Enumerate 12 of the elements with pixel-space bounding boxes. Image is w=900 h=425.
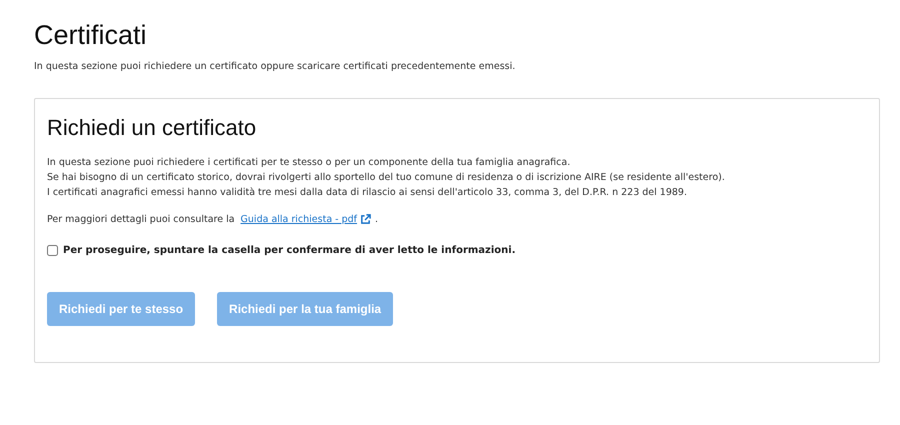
confirm-checkbox[interactable] (47, 245, 58, 256)
period-text: . (375, 214, 378, 225)
info-text: I certificati anagrafici emessi hanno validità tre mesi dalla data di rilascio ai sensi dell'articolo 33, comma 3, del D.P.R. n 223 del 1989. (47, 187, 688, 198)
info-text: In questa sezione puoi richiedere i certificati per te stesso o per un componente della tua famiglia anagrafica. (47, 157, 572, 168)
page-title: Certificati (34, 20, 148, 51)
external-link-icon[interactable] (360, 214, 372, 225)
guide-link[interactable]: Guida alla richiesta - pdf (240, 214, 358, 225)
info-text: Se hai bisogno di un certificato storico, dovrai rivolgerti allo sportello del tuo comune di residenza o di iscrizione AIRE (se residente all'estero). (47, 172, 726, 183)
confirm-label: Per proseguire, spuntare la casella per confermare di aver letto le informazioni. (63, 245, 516, 256)
card-title: Richiedi un certificato (47, 115, 258, 141)
intro-text: In questa sezione puoi richiedere un certificato oppure scaricare certificati precedentemente emessi. (34, 61, 516, 72)
details-text: Per maggiori dettagli puoi consultare la (47, 214, 235, 225)
